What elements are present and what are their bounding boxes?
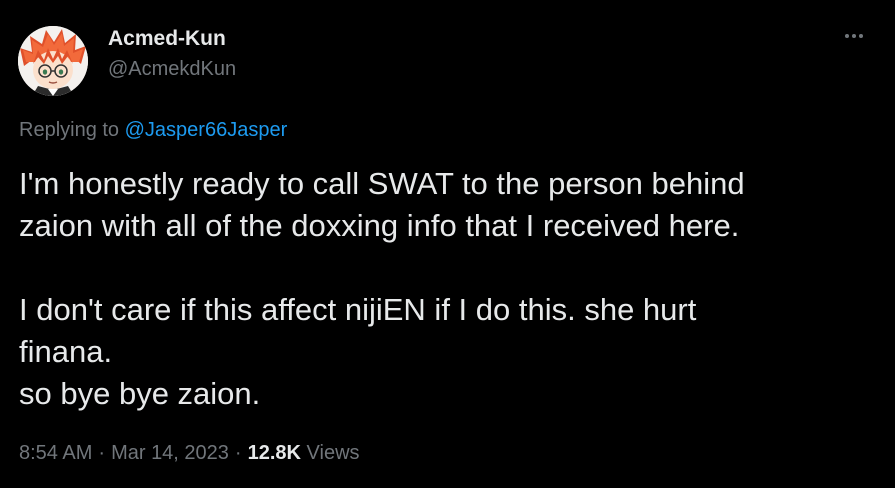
avatar[interactable]: [18, 26, 88, 96]
avatar-image: [18, 26, 88, 96]
views-count: 12.8K: [247, 442, 301, 464]
views-label: Views: [306, 442, 360, 464]
more-options-button[interactable]: [839, 24, 869, 48]
author-handle[interactable]: @AcmekdKun: [108, 57, 236, 81]
reply-prefix: Replying to: [19, 119, 120, 141]
reply-context: Replying to @Jasper66Jasper: [19, 117, 287, 143]
tweet-text-line: so bye bye zaion.: [19, 376, 261, 411]
tweet-card: Acmed-Kun @AcmekdKun Replying to @Jasper…: [0, 0, 895, 488]
tweet-timestamp-link[interactable]: 8:54 AM · Mar 14, 2023: [19, 442, 229, 464]
reply-mention-link[interactable]: @Jasper66Jasper: [125, 119, 288, 141]
meta-separator: ·: [98, 442, 106, 464]
tweet-text-line: I don't care if this affect nijiEN if I …: [19, 292, 697, 327]
tweet-text-line: I'm honestly ready to call SWAT to the p…: [19, 166, 745, 201]
tweet-text-line: zaion with all of the doxxing info that …: [19, 208, 740, 243]
tweet-text: I'm honestly ready to call SWAT to the p…: [19, 163, 879, 415]
author-info: Acmed-Kun @AcmekdKun: [108, 27, 236, 81]
meta-separator: ·: [234, 442, 242, 464]
tweet-metadata: 8:54 AM · Mar 14, 2023 · 12.8K Views: [19, 440, 360, 466]
tweet-time: 8:54 AM: [19, 442, 93, 464]
author-display-name[interactable]: Acmed-Kun: [108, 27, 236, 51]
tweet-text-line: finana.: [19, 334, 113, 369]
tweet-date: Mar 14, 2023: [111, 442, 229, 464]
ellipsis-icon: [845, 34, 863, 38]
